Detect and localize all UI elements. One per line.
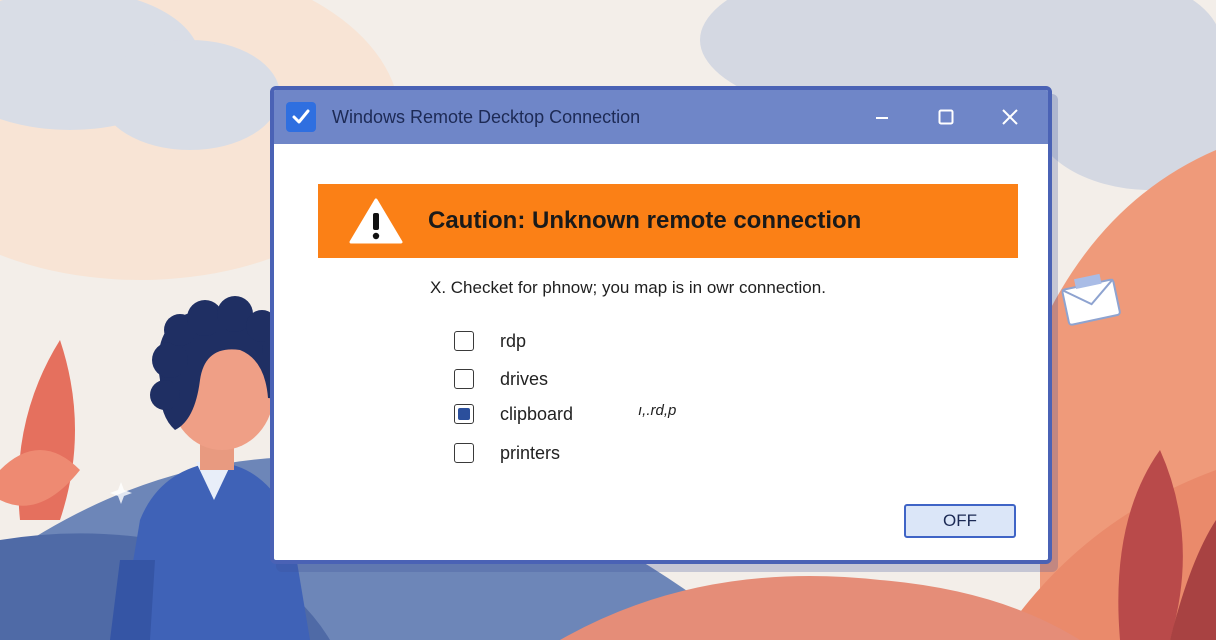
- rdp-checkbox[interactable]: [454, 331, 474, 351]
- off-button[interactable]: OFF: [904, 504, 1016, 538]
- clipboard-checkbox[interactable]: [454, 404, 474, 424]
- close-button[interactable]: [978, 90, 1042, 144]
- close-icon: [1002, 109, 1018, 125]
- printers-checkbox[interactable]: [454, 443, 474, 463]
- warning-icon: [349, 198, 403, 244]
- caution-text: Caution: Unknown remote connection: [428, 207, 862, 234]
- maximize-button[interactable]: [914, 90, 978, 144]
- minimize-icon: [876, 117, 888, 119]
- option-label: drives: [500, 368, 549, 389]
- checkmark-app-icon: [286, 102, 316, 132]
- window-title: Windows Remote Decktop Connection: [332, 106, 641, 127]
- option-label: printers: [500, 442, 561, 463]
- option-label: clipboard: [500, 403, 574, 424]
- scribble-text: ı,.rd,p: [638, 402, 677, 419]
- option-rdp[interactable]: rdp: [454, 328, 714, 354]
- maximize-icon: [938, 109, 954, 125]
- drives-checkbox[interactable]: [454, 369, 474, 389]
- minimize-button[interactable]: [850, 90, 914, 144]
- caution-banner: Caution: Unknown remote connection: [318, 184, 1018, 258]
- description-text: X. Checket for phnow; you map is in owr …: [430, 278, 826, 297]
- remote-desktop-dialog: Windows Remote Decktop Connection Cautio…: [270, 86, 1052, 564]
- option-drives[interactable]: drives: [454, 366, 714, 392]
- option-printers[interactable]: printers: [454, 440, 714, 466]
- option-label: rdp: [500, 330, 527, 351]
- title-bar[interactable]: Windows Remote Decktop Connection: [274, 90, 1048, 144]
